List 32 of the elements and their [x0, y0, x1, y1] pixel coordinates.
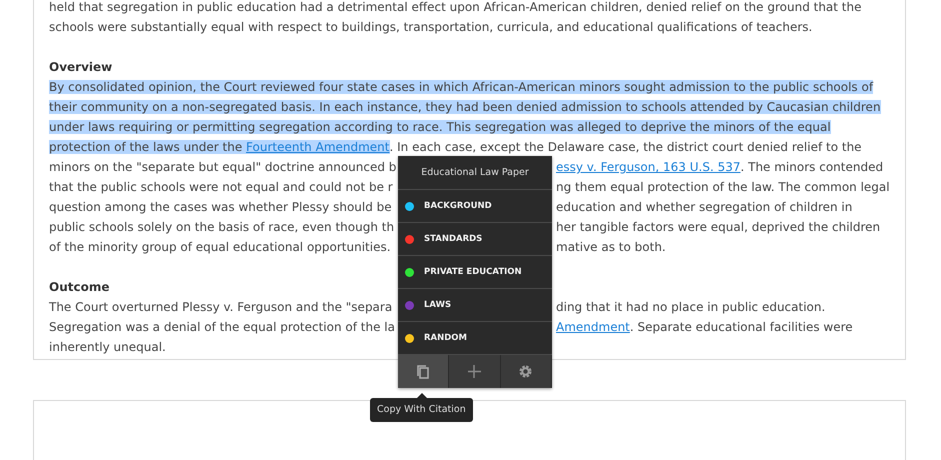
paragraph-line: ding that it had no place in public education.	[556, 299, 826, 316]
link[interactable]: essy v. Ferguson, 163 U.S. 537	[556, 160, 740, 174]
label-item[interactable]: STANDARDS	[398, 223, 552, 256]
paragraph-line: protection of the laws under the Fourteenth Amendment. In each case, except the Delaware case, the district court denied relief to the	[49, 139, 862, 156]
section-heading: Overview	[49, 59, 114, 76]
section-heading: Outcome	[49, 279, 110, 296]
paragraph-line: her tangible factors were equal, deprived the children	[556, 219, 880, 236]
copy-icon	[416, 364, 431, 379]
paragraph-line: minors on the "separate but equal" doctrine announced b	[49, 159, 396, 176]
paragraph-line: essy v. Ferguson, 163 U.S. 537. The minors contended	[556, 159, 884, 176]
tooltip: Copy With Citation	[370, 398, 473, 422]
paragraph-line: held that segregation in public education had a detrimental effect upon African-American children, denied relief on the ground that the	[49, 0, 862, 16]
paragraph-line: The Court overturned Plessy v. Ferguson and the "separa	[49, 299, 392, 316]
paragraph-line: Amendment. Separate educational facilities were	[556, 319, 853, 336]
paragraph-line: mative as to both.	[556, 239, 666, 256]
link[interactable]: Amendment	[556, 320, 630, 334]
paragraph-line: Segregation was a denial of the equal protection of the la	[49, 319, 395, 336]
paragraph-line: ng them equal protection of the law. The common legal	[556, 179, 890, 196]
settings-icon	[518, 364, 534, 379]
paragraph-line: that the public schools were not equal and could not be r	[49, 179, 393, 196]
paragraph-line: question among the cases was whether Plessy should be	[49, 199, 392, 216]
label-item[interactable]: PRIVATE EDUCATION	[398, 256, 552, 289]
label-item[interactable]: BACKGROUND	[398, 190, 552, 223]
paragraph-line: schools were substantially equal with respect to buildings, transportation, curricula, and educational qualifications of teachers.	[49, 19, 812, 36]
paragraph-line: of the minority group of equal educational opportunities.	[49, 239, 391, 256]
copy-button[interactable]	[398, 355, 450, 388]
paragraph-line: public schools solely on the basis of race, even though th	[49, 219, 394, 236]
paragraph-line: education and whether segregation of children in	[556, 199, 852, 216]
paragraph-line: inherently unequal.	[49, 339, 166, 356]
popup-title: Educational Law Paper	[398, 156, 552, 190]
label-item[interactable]: LAWS	[398, 289, 552, 322]
plus-icon	[466, 364, 482, 379]
